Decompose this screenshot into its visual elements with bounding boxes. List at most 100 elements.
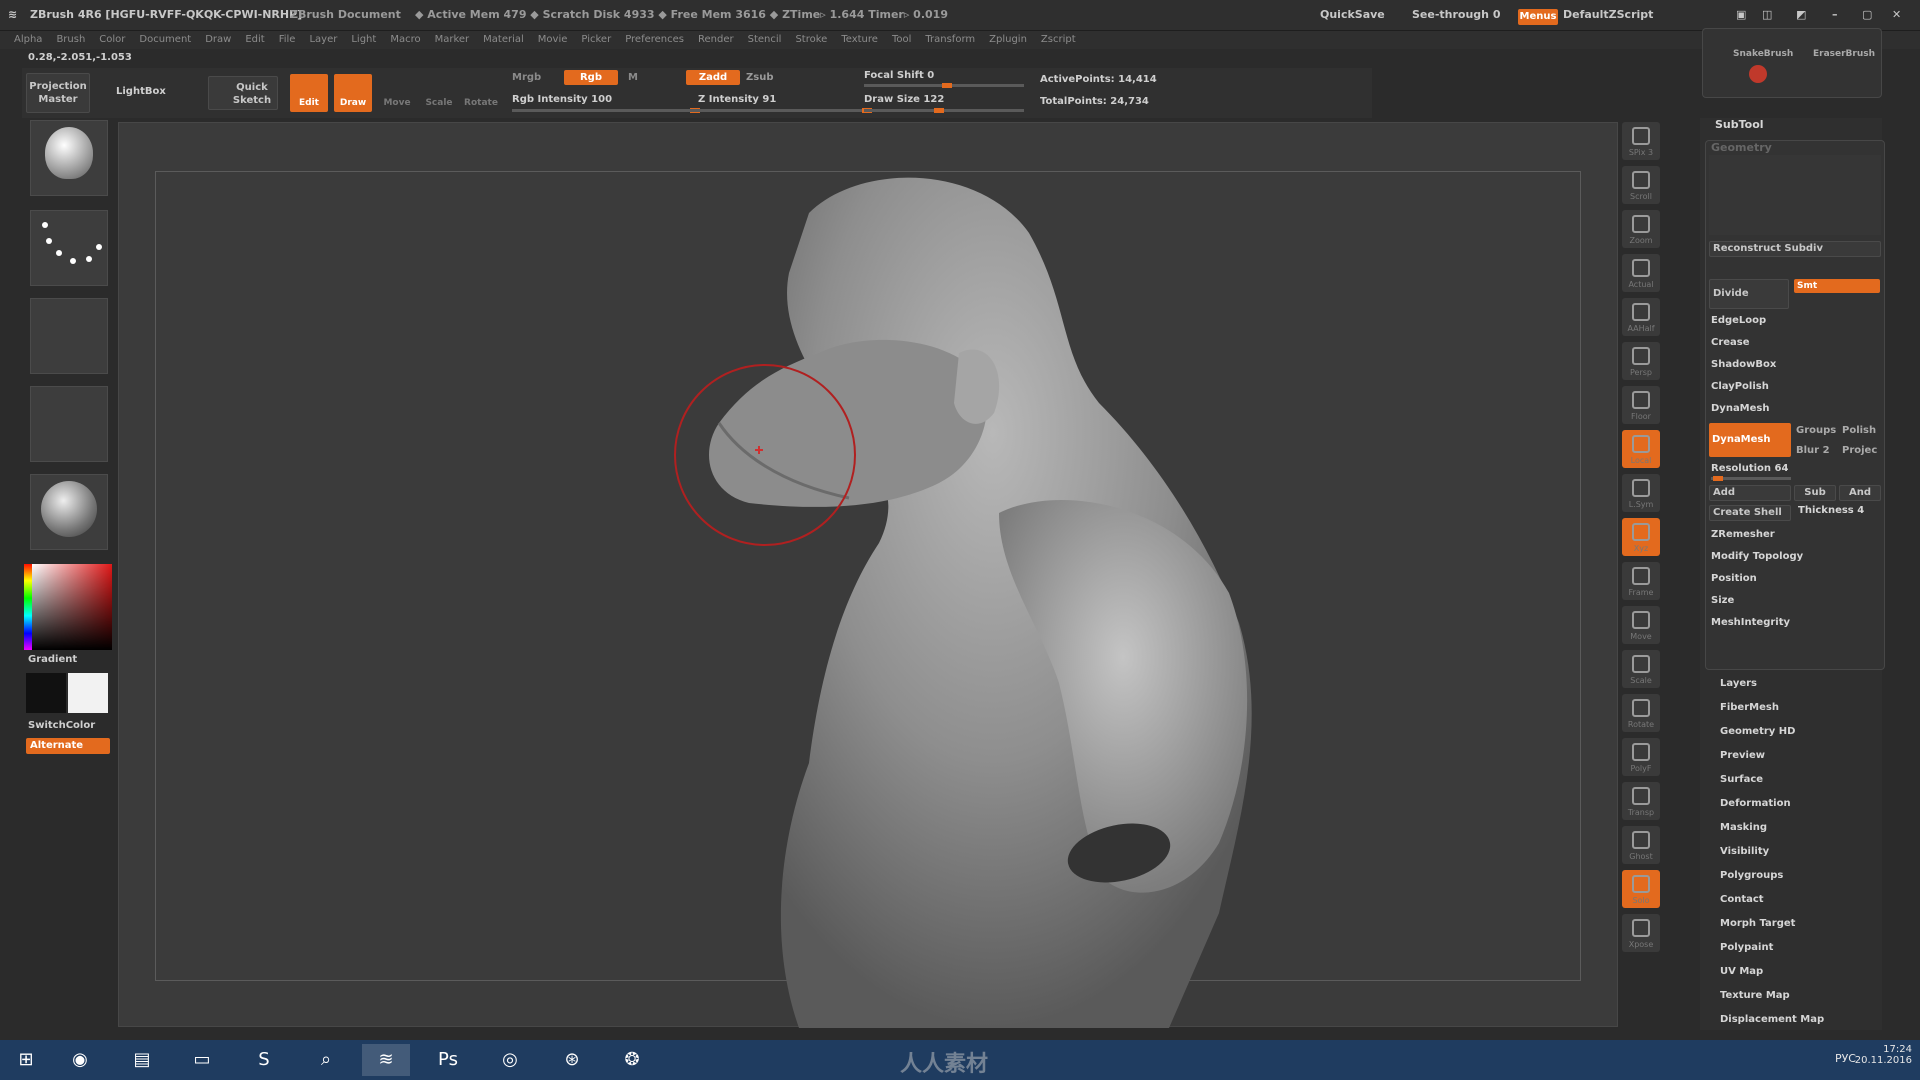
m-button[interactable]: M: [628, 72, 638, 83]
menu-edit[interactable]: Edit: [245, 34, 264, 45]
dock-icon[interactable]: ▣: [1736, 8, 1746, 21]
meshintegrity-menu[interactable]: MeshIntegrity: [1711, 617, 1790, 628]
tool-xpose[interactable]: Xpose: [1622, 914, 1660, 952]
scale-button[interactable]: Scale: [420, 74, 458, 112]
menu-preferences[interactable]: Preferences: [625, 34, 684, 45]
obs-icon[interactable]: ◎: [486, 1044, 534, 1076]
subpalette-deformation[interactable]: Deformation: [1720, 798, 1791, 809]
tool-floor[interactable]: Floor: [1622, 386, 1660, 424]
stroke-thumbnail[interactable]: [30, 210, 108, 286]
tool-ghost[interactable]: Ghost: [1622, 826, 1660, 864]
see-through-slider[interactable]: See-through 0: [1412, 8, 1501, 21]
tool-polyf[interactable]: PolyF: [1622, 738, 1660, 776]
move-button[interactable]: Move: [378, 74, 416, 112]
size-menu[interactable]: Size: [1711, 595, 1734, 606]
subpalette-uv-map[interactable]: UV Map: [1720, 966, 1763, 977]
project-toggle[interactable]: Projec: [1842, 445, 1877, 456]
tool-frame[interactable]: Frame: [1622, 562, 1660, 600]
tool-move[interactable]: Move: [1622, 606, 1660, 644]
tool-aahalf[interactable]: AAHalf: [1622, 298, 1660, 336]
sub-button[interactable]: Sub: [1794, 485, 1836, 501]
material-thumbnail[interactable]: [30, 474, 108, 550]
menu-light[interactable]: Light: [351, 34, 376, 45]
rgb-button[interactable]: Rgb: [564, 70, 618, 85]
reconstruct-subdiv-button[interactable]: Reconstruct Subdiv: [1709, 241, 1881, 257]
subpalette-polygroups[interactable]: Polygroups: [1720, 870, 1783, 881]
document-canvas[interactable]: [118, 122, 1618, 1028]
position-menu[interactable]: Position: [1711, 573, 1757, 584]
alternate-button[interactable]: Alternate: [26, 738, 110, 754]
menu-transform[interactable]: Transform: [925, 34, 975, 45]
menu-document[interactable]: Document: [139, 34, 191, 45]
geometry-header[interactable]: Geometry: [1711, 141, 1772, 154]
switch-color-button[interactable]: SwitchColor: [28, 720, 95, 731]
texture-thumbnail[interactable]: [30, 386, 108, 462]
search-icon[interactable]: ⌕: [302, 1044, 350, 1076]
photoshop-icon[interactable]: Ps: [424, 1044, 472, 1076]
main-color-swatch[interactable]: [68, 673, 108, 713]
minimize-icon[interactable]: –: [1832, 8, 1838, 21]
close-icon[interactable]: ✕: [1892, 8, 1901, 21]
subpalette-preview[interactable]: Preview: [1720, 750, 1765, 761]
z-intensity-track[interactable]: [686, 108, 876, 113]
resolution-track[interactable]: [1711, 476, 1791, 481]
tool-spix-3[interactable]: SPix 3: [1622, 122, 1660, 160]
subpalette-geometry-hd[interactable]: Geometry HD: [1720, 726, 1795, 737]
alpha-thumbnail[interactable]: [30, 298, 108, 374]
tool-solo[interactable]: Solo: [1622, 870, 1660, 908]
tool-zoom[interactable]: Zoom: [1622, 210, 1660, 248]
groups-toggle[interactable]: Groups: [1796, 425, 1836, 436]
z-intensity-slider[interactable]: Z Intensity 91: [698, 94, 776, 105]
notepad-icon[interactable]: ▤: [118, 1044, 166, 1076]
maximize-icon[interactable]: ▢: [1862, 8, 1872, 21]
tool-scale[interactable]: Scale: [1622, 650, 1660, 688]
zbrush-taskbar-icon[interactable]: ≋: [362, 1044, 410, 1076]
and-button[interactable]: And: [1839, 485, 1881, 501]
edit-button[interactable]: Edit: [290, 74, 328, 112]
menu-picker[interactable]: Picker: [581, 34, 611, 45]
clock-date[interactable]: 20.11.2016: [1855, 1055, 1912, 1066]
quick-sketch-button[interactable]: Quick Sketch: [208, 76, 278, 110]
subpalette-fibermesh[interactable]: FiberMesh: [1720, 702, 1779, 713]
subtool-header[interactable]: SubTool: [1715, 118, 1764, 131]
dynamesh-menu[interactable]: DynaMesh: [1711, 403, 1770, 414]
menu-zscript[interactable]: Zscript: [1041, 34, 1076, 45]
shadowbox-menu[interactable]: ShadowBox: [1711, 359, 1776, 370]
menu-movie[interactable]: Movie: [538, 34, 568, 45]
subpalette-displacement-map[interactable]: Displacement Map: [1720, 1014, 1824, 1025]
draw-button[interactable]: Draw: [334, 74, 372, 112]
draw-size-slider[interactable]: Draw Size 122: [864, 94, 944, 105]
blur-slider[interactable]: Blur 2: [1796, 445, 1830, 456]
sphere-brush-icon[interactable]: [1749, 65, 1767, 83]
explorer-icon[interactable]: ▭: [178, 1044, 226, 1076]
brush-snake[interactable]: SnakeBrush: [1733, 49, 1793, 59]
menu-draw[interactable]: Draw: [205, 34, 231, 45]
language-indicator[interactable]: РУС: [1835, 1052, 1856, 1065]
draw-size-track[interactable]: [864, 108, 1024, 113]
rotate-button[interactable]: Rotate: [462, 74, 500, 112]
color-picker[interactable]: [24, 564, 112, 650]
menu-layer[interactable]: Layer: [309, 34, 337, 45]
create-shell-button[interactable]: Create Shell: [1709, 505, 1791, 521]
subpalette-texture-map[interactable]: Texture Map: [1720, 990, 1790, 1001]
steam-icon[interactable]: ⊛: [548, 1044, 596, 1076]
tool-transp[interactable]: Transp: [1622, 782, 1660, 820]
chrome-icon[interactable]: ◉: [56, 1044, 104, 1076]
windows-start-icon[interactable]: ⊞: [2, 1044, 50, 1076]
tool-scroll[interactable]: Scroll: [1622, 166, 1660, 204]
settings-icon[interactable]: ◩: [1796, 8, 1806, 21]
smt-toggle[interactable]: Smt: [1794, 279, 1880, 293]
menus-button[interactable]: Menus: [1518, 9, 1558, 25]
tool-l-sym[interactable]: L.Sym: [1622, 474, 1660, 512]
focal-shift-track[interactable]: [864, 83, 1024, 88]
firefox-icon[interactable]: ❂: [608, 1044, 656, 1076]
modify-topology-menu[interactable]: Modify Topology: [1711, 551, 1803, 562]
menu-file[interactable]: File: [279, 34, 296, 45]
zremesher-menu[interactable]: ZRemesher: [1711, 529, 1775, 540]
menu-texture[interactable]: Texture: [841, 34, 878, 45]
tool-local[interactable]: Local: [1622, 430, 1660, 468]
zadd-button[interactable]: Zadd: [686, 70, 740, 85]
rgb-intensity-track[interactable]: [512, 108, 702, 113]
subpalette-morph-target[interactable]: Morph Target: [1720, 918, 1795, 929]
divide-button[interactable]: Divide: [1709, 279, 1789, 309]
